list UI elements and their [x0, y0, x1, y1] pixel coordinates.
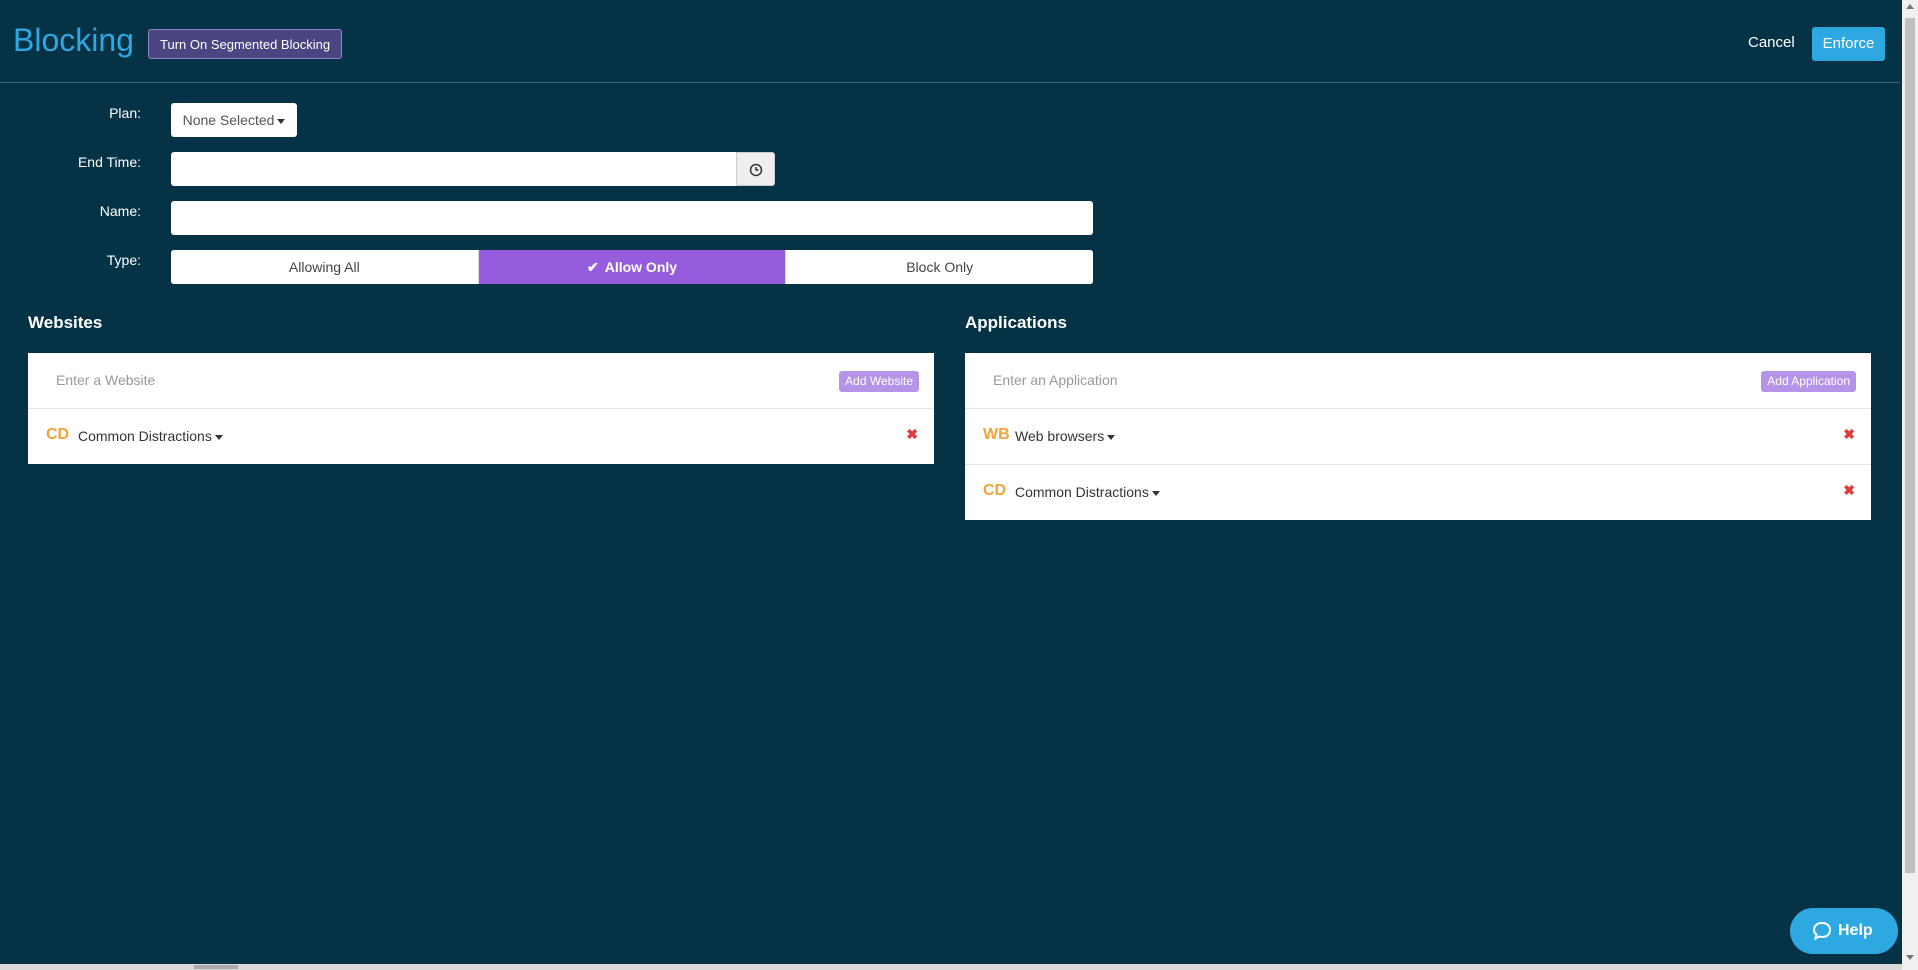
caret-down-icon [214, 434, 223, 440]
websites-title: Websites [28, 313, 103, 332]
help-label: Help [1838, 922, 1873, 939]
remove-icon[interactable]: ✖ [1843, 482, 1855, 499]
type-option-label: Allowing All [288, 259, 360, 275]
time-picker-button[interactable] [736, 152, 775, 186]
type-option-block-only[interactable]: Block Only [786, 250, 1093, 284]
plan-dropdown[interactable]: None Selected [171, 103, 297, 137]
caret-down-icon [1151, 490, 1160, 496]
type-selector: Allowing All ✔ Allow Only Block Only [171, 250, 1093, 284]
scrollbar-thumb[interactable] [1905, 18, 1915, 873]
type-option-label: Block Only [906, 259, 974, 275]
list-item-dropdown[interactable]: Web browsers [1015, 428, 1116, 444]
cancel-button[interactable]: Cancel [1748, 34, 1795, 51]
type-option-allow-only[interactable]: ✔ Allow Only [478, 250, 787, 284]
list-badge: WB [983, 426, 1010, 443]
website-input-row: Enter a Website Add Website [28, 353, 934, 409]
name-input[interactable] [171, 201, 1093, 235]
clock-icon [749, 163, 763, 177]
caret-down-icon [1107, 434, 1116, 440]
list-item-dropdown[interactable]: Common Distractions [1015, 484, 1160, 500]
add-application-button[interactable]: Add Application [1761, 371, 1856, 392]
horizontal-scrollbar[interactable] [0, 964, 1902, 970]
list-item-label: Common Distractions [78, 428, 212, 444]
applications-title: Applications [965, 313, 1068, 332]
applications-panel: Enter an Application Add Application WB … [965, 353, 1871, 520]
chat-bubble-icon [1812, 921, 1832, 941]
list-item: WB Web browsers ✖ [965, 409, 1871, 465]
list-item: CD Common Distractions ✖ [28, 409, 934, 464]
enforce-button[interactable]: Enforce [1812, 27, 1885, 61]
horizontal-scrollbar-thumb[interactable] [194, 965, 238, 969]
website-input[interactable]: Enter a Website [56, 372, 155, 388]
plan-value: None Selected [182, 112, 275, 128]
name-label: Name: [99, 203, 141, 219]
list-badge: CD [46, 426, 70, 443]
remove-icon[interactable]: ✖ [1843, 426, 1855, 443]
list-item-label: Web browsers [1015, 428, 1105, 444]
list-item-dropdown[interactable]: Common Distractions [78, 428, 223, 444]
type-label: Type: [106, 252, 141, 268]
blocking-page: Blocking Turn On Segmented Blocking Canc… [0, 0, 1918, 970]
websites-panel: Enter a Website Add Website CD Common Di… [28, 353, 934, 464]
list-item-label: Common Distractions [1015, 484, 1149, 500]
page-title: Blocking [13, 22, 134, 58]
list-badge: CD [983, 482, 1007, 499]
application-input-row: Enter an Application Add Application [965, 353, 1871, 409]
scroll-down-icon[interactable] [1906, 955, 1914, 960]
scroll-up-icon[interactable] [1906, 4, 1914, 9]
plan-label: Plan: [109, 105, 141, 121]
caret-down-icon [277, 118, 286, 124]
add-website-button[interactable]: Add Website [839, 371, 919, 392]
type-option-allowing-all[interactable]: Allowing All [171, 250, 479, 284]
remove-icon[interactable]: ✖ [906, 426, 918, 443]
vertical-scrollbar[interactable] [1902, 0, 1918, 970]
end-time-label: End Time: [77, 154, 141, 170]
list-item: CD Common Distractions ✖ [965, 465, 1871, 520]
checkmark-icon: ✔ [586, 259, 599, 275]
header: Blocking Turn On Segmented Blocking Canc… [0, 0, 1900, 83]
end-time-input[interactable] [171, 152, 736, 186]
type-option-label: Allow Only [604, 259, 678, 275]
application-input[interactable]: Enter an Application [993, 372, 1118, 388]
help-button[interactable]: Help [1790, 908, 1898, 954]
segmented-blocking-button[interactable]: Turn On Segmented Blocking [148, 29, 343, 59]
